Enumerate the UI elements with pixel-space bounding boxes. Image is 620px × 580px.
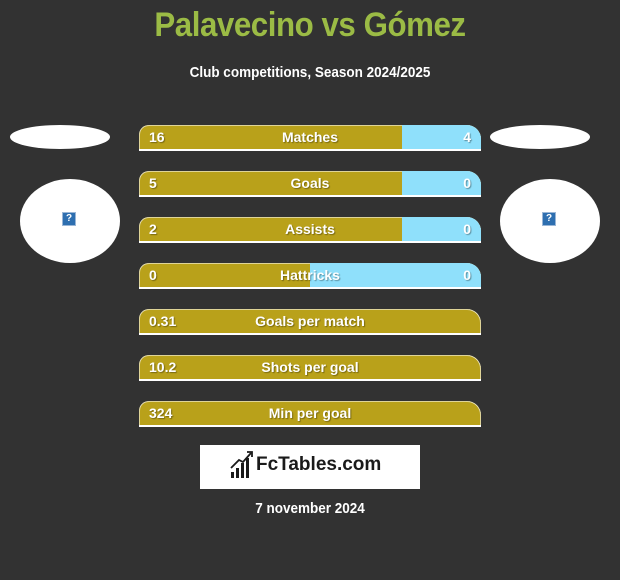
stat-row-goals: 5 Goals 0 — [139, 171, 481, 197]
page-title: Palavecino vs Gómez — [154, 6, 466, 44]
stat-row-assists: 2 Assists 0 — [139, 217, 481, 243]
right-value: 0 — [463, 175, 471, 191]
right-player-name-placeholder — [490, 125, 590, 149]
missing-image-icon: ? — [62, 212, 76, 226]
stat-row-shots-per-goal: 10.2 Shots per goal — [139, 355, 481, 381]
stat-label: Assists — [285, 221, 335, 237]
left-player-avatar: ? — [20, 179, 120, 263]
report-date: 7 november 2024 — [255, 500, 365, 517]
stat-row-min-per-goal: 324 Min per goal — [139, 401, 481, 427]
page-subtitle: Club competitions, Season 2024/2025 — [189, 64, 431, 81]
stat-label: Goals — [290, 175, 330, 191]
right-value: 0 — [463, 221, 471, 237]
right-value: 0 — [463, 267, 471, 283]
right-player-avatar: ? — [500, 179, 600, 263]
stat-label: Min per goal — [268, 405, 352, 421]
left-player-name-placeholder — [10, 125, 110, 149]
right-value: 4 — [463, 129, 471, 145]
stat-row-goals-per-match: 0.31 Goals per match — [139, 309, 481, 335]
stat-label: Matches — [281, 129, 339, 145]
stat-row-hattricks: 0 Hattricks 0 — [139, 263, 481, 289]
logo-text: FcTables.com — [256, 454, 382, 475]
stat-label: Hattricks — [280, 267, 340, 283]
missing-image-icon: ? — [542, 212, 556, 226]
fctables-logo[interactable]: FcTables.com — [200, 445, 420, 489]
stat-row-matches: 16 Matches 4 — [139, 125, 481, 151]
stat-label: Goals per match — [255, 313, 365, 329]
stat-label: Shots per goal — [261, 359, 359, 375]
bar-chart-icon — [230, 451, 253, 478]
